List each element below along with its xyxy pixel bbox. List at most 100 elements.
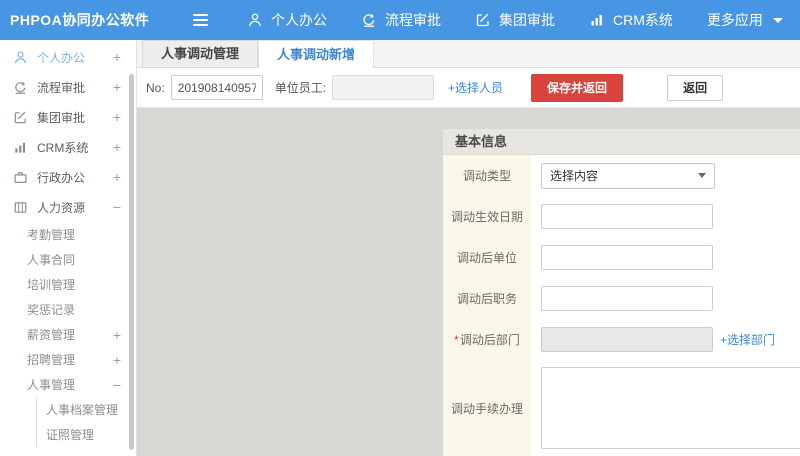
back-button[interactable]: 返回 [667,75,723,101]
tab-transfer-management[interactable]: 人事调动管理 [142,40,258,67]
sidebar-item-hr[interactable]: 人力资源 − [0,192,136,222]
app-logo: PHPOA协同办公软件 [10,10,155,30]
field-label: 调动后单位 [443,237,531,278]
expand-toggle[interactable]: + [113,328,121,342]
sidebar-item-label: 人事管理 [27,376,75,393]
form-row-new-department: *调动后部门 +选择部门 [443,319,800,360]
sidebar-item-admin-office[interactable]: 行政办公 + [0,162,136,192]
form-row-new-unit: 调动后单位 [443,237,800,278]
hamburger-menu-icon[interactable] [193,14,208,26]
section-title: 基本信息 [443,129,800,155]
sidebar-item-personnel-mgmt[interactable]: 人事管理 − [0,372,136,397]
transfer-type-select[interactable]: 选择内容 [541,163,715,189]
briefcase-icon [13,169,29,185]
sidebar-item-label: 证照管理 [46,426,94,443]
new-unit-input[interactable] [541,245,713,270]
expand-toggle[interactable]: + [113,140,121,154]
employee-input[interactable] [332,75,434,100]
sidebar-item-crm[interactable]: CRM系统 + [0,132,136,162]
new-department-input[interactable] [541,327,713,352]
chart-icon [13,139,29,155]
sidebar-item-personnel-files[interactable]: 人事档案管理 [37,397,136,422]
tab-bar: 人事调动管理 人事调动新增 [137,40,800,68]
sidebar-item-label: 集团审批 [37,109,85,126]
nav-label: 流程审批 [385,10,441,30]
sidebar-item-certificates[interactable]: 证照管理 [37,422,136,447]
tab-transfer-new[interactable]: 人事调动新增 [258,40,374,68]
top-nav: 个人办公 流程审批 集团审批 CRM系统 更多应用 [230,0,800,40]
employee-label: 单位员工: [275,79,326,96]
nav-label: 更多应用 [707,10,763,30]
sidebar-item-group-approval[interactable]: 集团审批 + [0,102,136,132]
form-row-effective-date: 调动生效日期 [443,196,800,237]
edit-icon [13,109,29,125]
person-icon [247,12,263,28]
nav-label: 个人办公 [271,10,327,30]
sidebar-item-label: 考勤管理 [27,226,75,243]
sidebar-item-label: 个人办公 [37,49,85,66]
nav-label: 集团审批 [499,10,555,30]
sidebar-item-personal-office[interactable]: 个人办公 + [0,42,136,72]
field-label: 调动手续办理 [443,360,531,456]
sidebar-item-recruit[interactable]: 招聘管理 + [0,347,136,372]
select-department-link[interactable]: +选择部门 [720,331,775,348]
sidebar-item-hr-contract[interactable]: 人事合同 [0,247,136,272]
sidebar-item-label: CRM系统 [37,139,88,156]
chart-icon [589,12,605,28]
expand-toggle[interactable]: + [113,170,121,184]
nav-label: CRM系统 [613,10,673,30]
sidebar-item-rewards[interactable]: 奖惩记录 [0,297,136,322]
sidebar-item-attendance[interactable]: 考勤管理 [0,222,136,247]
sidebar-item-label: 培训管理 [27,276,75,293]
field-label: 调动生效日期 [443,196,531,237]
no-label: No: [146,81,165,95]
form-row-procedures: 调动手续办理 [443,360,800,456]
nav-process-approval[interactable]: 流程审批 [344,0,458,40]
sidebar-item-salary[interactable]: 薪资管理 + [0,322,136,347]
select-value: 选择内容 [550,167,598,184]
sidebar-item-label: 招聘管理 [27,351,75,368]
sidebar-item-label: 行政办公 [37,169,85,186]
procedures-textarea[interactable] [541,367,800,449]
nav-group-approval[interactable]: 集团审批 [458,0,572,40]
edit-icon [475,12,491,28]
expand-toggle[interactable]: + [113,110,121,124]
sidebar-item-label: 流程审批 [37,79,85,96]
sidebar-subgroup: 人事档案管理 证照管理 [36,397,136,447]
content-area: 基本信息 调动类型 选择内容 调动生效日期 调动后单位 [137,108,800,456]
person-icon [13,49,29,65]
book-icon [13,199,29,215]
field-label: 调动后职务 [443,278,531,319]
form-row-new-position: 调动后职务 [443,278,800,319]
save-return-button[interactable]: 保存并返回 [531,74,623,102]
sidebar-scrollbar[interactable] [129,74,134,450]
nav-personal-office[interactable]: 个人办公 [230,0,344,40]
sidebar-item-label: 奖惩记录 [27,301,75,318]
sidebar-item-label: 人事合同 [27,251,75,268]
sidebar-item-process-approval[interactable]: 流程审批 + [0,72,136,102]
expand-toggle[interactable]: + [113,50,121,64]
sidebar: 个人办公 + 流程审批 + 集团审批 + CRM系统 + 行政办公 + 人力资源 [0,40,137,456]
collapse-toggle[interactable]: − [113,378,121,392]
process-icon [361,12,377,28]
sidebar-item-training[interactable]: 培训管理 [0,272,136,297]
nav-crm-system[interactable]: CRM系统 [572,0,690,40]
basic-info-panel: 基本信息 调动类型 选择内容 调动生效日期 调动后单位 [443,129,800,456]
nav-more-apps[interactable]: 更多应用 [690,0,800,40]
main-area: 人事调动管理 人事调动新增 No: 单位员工: +选择人员 保存并返回 返回 基… [137,40,800,456]
new-position-input[interactable] [541,286,713,311]
sidebar-item-label: 人事档案管理 [46,401,118,418]
form-row-transfer-type: 调动类型 选择内容 [443,155,800,196]
caret-down-icon [773,18,783,23]
expand-toggle[interactable]: + [113,80,121,94]
sidebar-item-label: 薪资管理 [27,326,75,343]
form-toolbar: No: 单位员工: +选择人员 保存并返回 返回 [137,68,800,108]
expand-toggle[interactable]: + [113,353,121,367]
collapse-toggle[interactable]: − [113,200,121,214]
no-input[interactable] [171,75,263,100]
sidebar-item-label: 人力资源 [37,199,85,216]
effective-date-input[interactable] [541,204,713,229]
process-icon [13,79,29,95]
select-person-link[interactable]: +选择人员 [448,79,503,96]
required-asterisk: * [454,333,459,347]
